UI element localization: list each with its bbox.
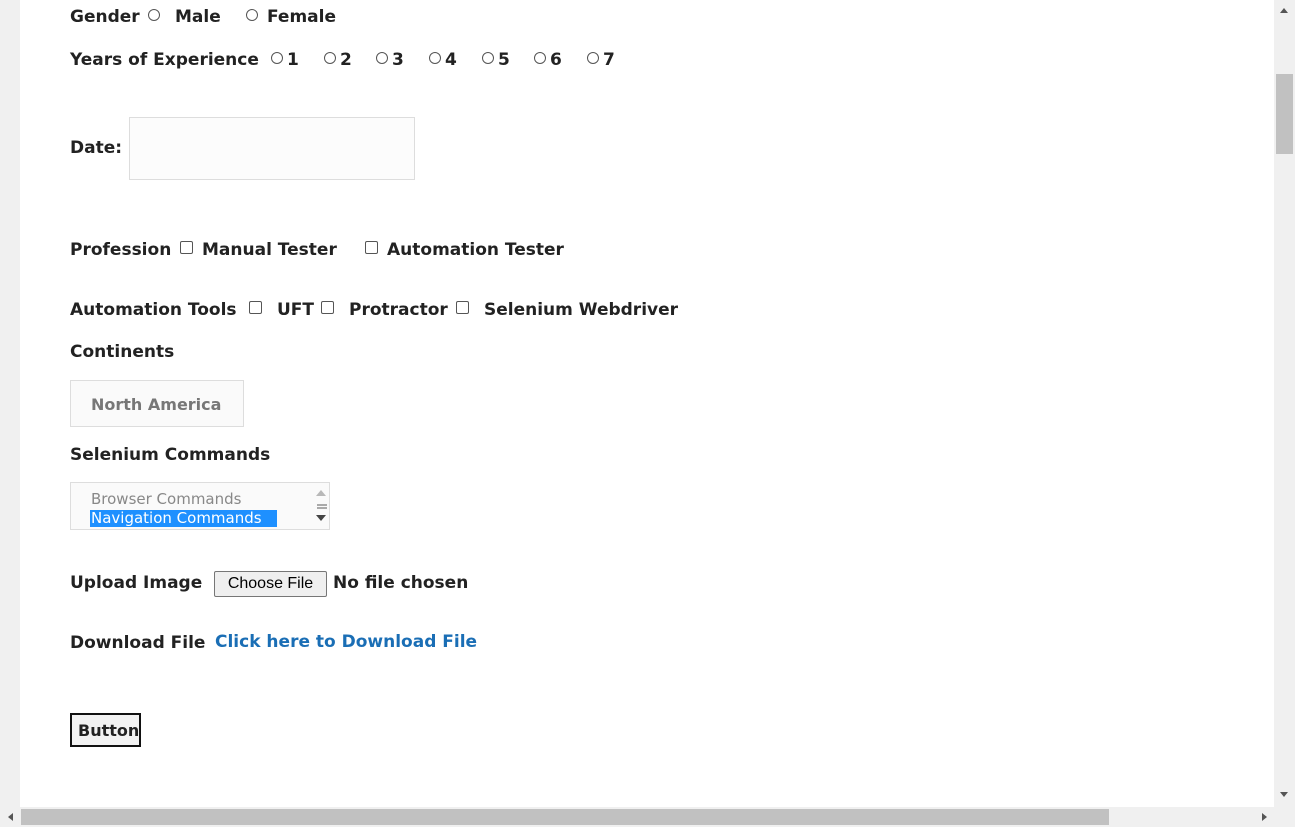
uft-checkbox[interactable] bbox=[249, 301, 262, 314]
gender-male-label: Male bbox=[175, 7, 221, 27]
automation-tester-label: Automation Tester bbox=[387, 240, 564, 260]
listbox-scroll-up-icon[interactable] bbox=[316, 490, 326, 496]
manual-tester-label: Manual Tester bbox=[202, 240, 337, 260]
uft-label: UFT bbox=[277, 300, 315, 320]
choose-file-button[interactable]: Choose File bbox=[214, 571, 327, 597]
date-input[interactable] bbox=[129, 117, 415, 180]
gender-label: Gender bbox=[70, 7, 140, 27]
tools-label: Automation Tools bbox=[70, 300, 237, 320]
scroll-right-icon[interactable] bbox=[1262, 813, 1267, 821]
submit-button[interactable]: Button bbox=[70, 713, 141, 747]
listbox-scroll-down-icon[interactable] bbox=[316, 515, 326, 521]
horizontal-scroll-thumb[interactable] bbox=[21, 809, 1109, 825]
experience-6-label: 6 bbox=[550, 50, 562, 70]
continents-select[interactable]: North America bbox=[70, 380, 244, 427]
experience-4-label: 4 bbox=[445, 50, 457, 70]
download-label: Download File bbox=[70, 633, 206, 653]
experience-3-radio[interactable] bbox=[376, 52, 388, 64]
profession-label: Profession bbox=[70, 240, 172, 260]
experience-2-label: 2 bbox=[340, 50, 352, 70]
listbox-scroll-thumb[interactable] bbox=[317, 504, 327, 509]
file-status: No file chosen bbox=[333, 573, 469, 593]
upload-label: Upload Image bbox=[70, 573, 203, 593]
experience-label: Years of Experience bbox=[70, 50, 259, 70]
automation-tester-checkbox[interactable] bbox=[365, 241, 378, 254]
selenium-webdriver-checkbox[interactable] bbox=[456, 301, 469, 314]
gender-male-radio[interactable] bbox=[148, 9, 160, 21]
form-page: Gender Male Female Years of Experience 1… bbox=[20, 0, 1274, 807]
download-file-link[interactable]: Click here to Download File bbox=[215, 632, 477, 652]
scroll-left-icon[interactable] bbox=[8, 813, 13, 821]
navigation-commands-option[interactable]: Navigation Commands bbox=[90, 510, 277, 527]
protractor-checkbox[interactable] bbox=[321, 301, 334, 314]
experience-5-label: 5 bbox=[498, 50, 510, 70]
page-vertical-scrollbar[interactable] bbox=[1274, 0, 1295, 807]
experience-1-label: 1 bbox=[287, 50, 299, 70]
continents-label: Continents bbox=[70, 342, 175, 362]
vertical-scroll-thumb[interactable] bbox=[1276, 74, 1293, 154]
gender-female-label: Female bbox=[267, 7, 336, 27]
gender-female-radio[interactable] bbox=[246, 9, 258, 21]
experience-5-radio[interactable] bbox=[482, 52, 494, 64]
continents-selected-value: North America bbox=[91, 395, 222, 414]
page-horizontal-scrollbar[interactable] bbox=[0, 807, 1295, 827]
experience-4-radio[interactable] bbox=[429, 52, 441, 64]
scroll-up-icon[interactable] bbox=[1280, 8, 1288, 13]
manual-tester-checkbox[interactable] bbox=[180, 241, 193, 254]
selenium-webdriver-label: Selenium Webdriver bbox=[484, 300, 679, 320]
commands-listbox[interactable]: Browser Commands Navigation Commands bbox=[70, 482, 330, 530]
experience-2-radio[interactable] bbox=[324, 52, 336, 64]
experience-1-radio[interactable] bbox=[271, 52, 283, 64]
listbox-scrollbar[interactable] bbox=[313, 483, 329, 529]
protractor-label: Protractor bbox=[349, 300, 448, 320]
experience-6-radio[interactable] bbox=[534, 52, 546, 64]
experience-7-radio[interactable] bbox=[587, 52, 599, 64]
commands-label: Selenium Commands bbox=[70, 445, 271, 465]
scroll-down-icon[interactable] bbox=[1280, 792, 1288, 797]
experience-7-label: 7 bbox=[603, 50, 615, 70]
experience-3-label: 3 bbox=[392, 50, 404, 70]
date-label: Date: bbox=[70, 138, 123, 158]
browser-commands-option[interactable]: Browser Commands bbox=[90, 491, 256, 508]
